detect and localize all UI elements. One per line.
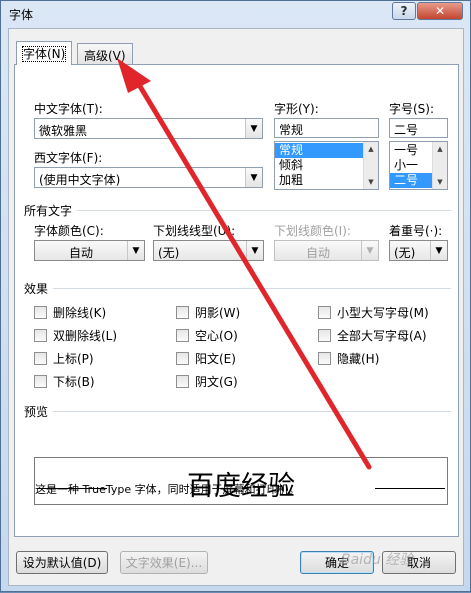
subscript-checkbox[interactable]: 下标(B) (34, 373, 95, 390)
all-caps-checkbox[interactable]: 全部大写字母(A) (318, 327, 427, 344)
underline-color-dropdown: 自动 ▼ (274, 240, 379, 261)
help-button[interactable]: ? (392, 2, 416, 20)
watermark: Baidu 经验 (341, 552, 414, 568)
font-size-value: 二号 (394, 123, 419, 137)
checkbox-box[interactable] (318, 329, 331, 342)
font-style-scrollbar[interactable]: ▲ ▼ (363, 142, 378, 189)
checkbox-box[interactable] (176, 352, 189, 365)
double-strikethrough-checkbox[interactable]: 双删除线(L) (34, 327, 117, 344)
engrave-checkbox[interactable]: 阴文(G) (176, 373, 238, 390)
checkbox-box[interactable] (34, 352, 47, 365)
shadow-checkbox[interactable]: 阴影(W) (176, 304, 240, 321)
chevron-down-icon[interactable]: ▼ (364, 175, 378, 189)
checkbox-label: 空心(O) (195, 329, 238, 343)
chevron-down-icon[interactable]: ▼ (245, 119, 262, 138)
small-caps-checkbox[interactable]: 小型大写字母(M) (318, 304, 429, 321)
preview-section-title: 预览 (24, 405, 49, 419)
superscript-checkbox[interactable]: 上标(P) (34, 350, 94, 367)
font-size-input[interactable]: 二号 (389, 118, 448, 138)
font-size-label: 字号(S): (389, 102, 435, 116)
checkbox-label: 阴文(G) (195, 375, 238, 389)
checkbox-label: 双删除线(L) (53, 329, 118, 343)
chevron-down-icon[interactable]: ▼ (433, 175, 447, 189)
text-effects-button: 文字效果(E)... (120, 551, 208, 574)
chinese-font-value: 微软雅黑 (39, 124, 88, 138)
checkbox-box[interactable] (176, 375, 189, 388)
section-divider (53, 288, 451, 289)
font-size-scrollbar[interactable]: ▲ ▼ (432, 142, 447, 189)
underline-color-label: 下划线颜色(I): (274, 224, 351, 238)
checkbox-label: 上标(P) (53, 352, 94, 366)
tab-advanced-label: 高级(V) (84, 49, 126, 63)
dialog-title: 字体 (9, 8, 34, 22)
close-button[interactable]: ✕ (417, 2, 463, 20)
underline-style-label: 下划线线型(U): (153, 224, 236, 238)
strikethrough-checkbox[interactable]: 删除线(K) (34, 304, 106, 321)
tab-font-label: 字体(N) (21, 46, 67, 62)
checkbox-box[interactable] (34, 306, 47, 319)
chinese-font-combo[interactable]: 微软雅黑 ▼ (34, 118, 263, 139)
hidden-checkbox[interactable]: 隐藏(H) (318, 350, 379, 367)
checkbox-label: 阳文(E) (195, 352, 236, 366)
checkbox-box[interactable] (318, 352, 331, 365)
section-divider (53, 411, 451, 412)
font-color-dropdown[interactable]: 自动 ▼ (34, 240, 145, 261)
font-color-label: 字体颜色(C): (34, 224, 104, 238)
font-style-label: 字形(Y): (274, 102, 319, 116)
dialog-body: 字体(N) 高级(V) 中文字体(T): 微软雅黑 ▼ 西文字体(F): (使用… (8, 28, 464, 586)
western-font-label: 西文字体(F): (34, 151, 103, 165)
chevron-down-icon: ▼ (361, 241, 378, 260)
checkbox-box[interactable] (176, 329, 189, 342)
chevron-up-icon[interactable]: ▲ (364, 142, 378, 156)
checkbox-box[interactable] (318, 306, 331, 319)
outline-checkbox[interactable]: 空心(O) (176, 327, 238, 344)
font-style-list[interactable]: 常规 倾斜 加粗 ▲ ▼ (274, 141, 379, 190)
western-font-combo[interactable]: (使用中文字体) ▼ (34, 167, 263, 188)
chinese-font-label: 中文字体(T): (34, 102, 103, 116)
checkbox-label: 阴影(W) (195, 306, 241, 320)
checkbox-label: 隐藏(H) (337, 352, 380, 366)
checkbox-label: 全部大写字母(A) (337, 329, 427, 343)
tab-font[interactable]: 字体(N) (16, 41, 73, 65)
underline-style-value: (无) (158, 246, 180, 260)
emphasis-label: 着重号(·): (389, 224, 443, 238)
chevron-down-icon[interactable]: ▼ (127, 241, 144, 260)
chevron-down-icon[interactable]: ▼ (246, 241, 263, 260)
help-icon: ? (400, 4, 408, 18)
preview-description: 这是一种 TrueType 字体，同时适用于屏幕和打印机。 (35, 483, 300, 496)
chevron-down-icon[interactable]: ▼ (430, 241, 447, 260)
checkbox-label: 删除线(K) (53, 306, 107, 320)
font-dialog: 字体 ? ✕ 字体(N) 高级(V) 中文字体(T): 微软雅黑 ▼ 西文字体(… (0, 0, 471, 592)
emphasis-dropdown[interactable]: (无) ▼ (389, 240, 448, 261)
title-bar: 字体 ? ✕ (1, 1, 470, 27)
emphasis-value: (无) (394, 246, 416, 260)
checkbox-box[interactable] (34, 375, 47, 388)
underline-color-value: 自动 (305, 246, 330, 260)
close-icon: ✕ (434, 4, 446, 18)
checkbox-box[interactable] (176, 306, 189, 319)
western-font-value: (使用中文字体) (39, 173, 121, 187)
font-size-list[interactable]: 一号 小一 二号 ▲ ▼ (389, 141, 448, 190)
preview-underline-right (375, 488, 445, 489)
effects-section-title: 效果 (24, 282, 49, 296)
checkbox-label: 小型大写字母(M) (337, 306, 429, 320)
tab-advanced[interactable]: 高级(V) (77, 43, 133, 65)
set-default-button[interactable]: 设为默认值(D) (16, 551, 108, 574)
all-text-section-title: 所有文字 (24, 204, 73, 218)
font-color-value: 自动 (68, 246, 93, 260)
emboss-checkbox[interactable]: 阳文(E) (176, 350, 236, 367)
chevron-up-icon[interactable]: ▲ (433, 142, 447, 156)
font-style-input[interactable]: 常规 (274, 118, 379, 138)
checkbox-label: 下标(B) (53, 375, 95, 389)
section-divider (77, 210, 451, 211)
underline-style-dropdown[interactable]: (无) ▼ (153, 240, 264, 261)
checkbox-box[interactable] (34, 329, 47, 342)
font-style-value: 常规 (279, 123, 304, 137)
chevron-down-icon[interactable]: ▼ (245, 168, 262, 187)
